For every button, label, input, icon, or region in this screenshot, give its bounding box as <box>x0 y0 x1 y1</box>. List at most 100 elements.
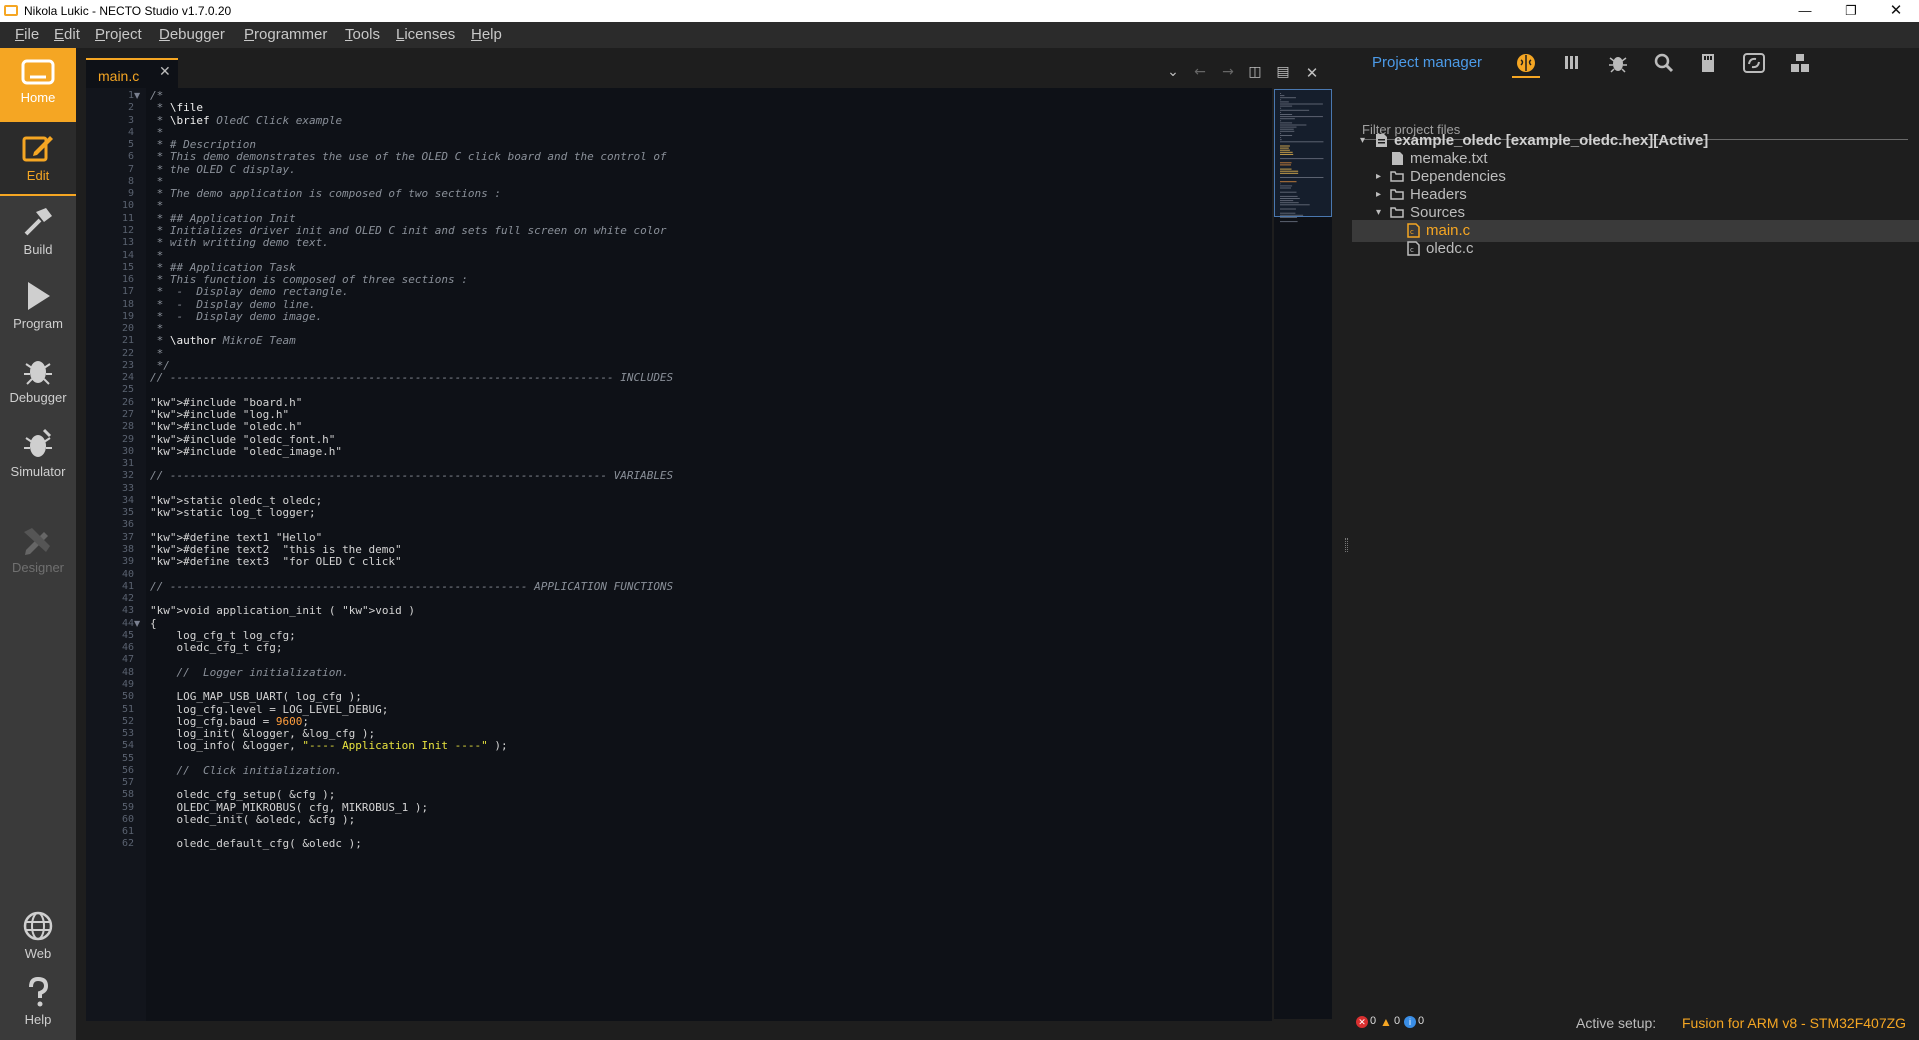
activity-help-label: Help <box>24 1012 52 1027</box>
code-line: "kw">#include "log.h" <box>150 408 290 422</box>
line-number: 12 <box>121 224 134 236</box>
activity-home-label: Home <box>20 90 56 105</box>
packages-icon[interactable] <box>1786 52 1814 78</box>
refresh-icon[interactable] <box>1740 52 1768 78</box>
collapsed-arrow-icon[interactable]: ▸ <box>1376 171 1381 182</box>
line-number: 53 <box>121 728 134 740</box>
fold-chevron-icon[interactable]: ▼ <box>134 619 140 628</box>
line-number: 24 <box>121 372 134 384</box>
status-bar: ✕ 0 ▲ 0 i 0 Active setup: Fusion for ARM… <box>1352 1006 1919 1040</box>
line-number: 3 <box>127 114 134 126</box>
code-line: * <box>150 174 164 188</box>
tab-main-c[interactable]: main.c ✕ <box>86 58 178 88</box>
code-line: "kw">static log_t logger; <box>150 506 316 520</box>
active-setup-value[interactable]: Fusion for ARM v8 - STM32F407ZG <box>1682 1015 1906 1031</box>
line-number: 55 <box>121 752 134 764</box>
code-line: "kw">#include "oledc.h" <box>150 420 303 434</box>
activity-edit[interactable]: Edit <box>0 122 76 196</box>
expanded-arrow-icon[interactable]: ▾ <box>1376 207 1381 218</box>
code-line: * The demo application is composed of tw… <box>150 187 501 201</box>
line-number: 56 <box>121 764 134 776</box>
line-number: 21 <box>121 335 134 347</box>
folder-icon <box>1390 187 1404 202</box>
line-number: 5 <box>127 139 134 151</box>
error-icon[interactable]: ✕ <box>1356 1016 1368 1028</box>
code-line: * <box>150 346 164 360</box>
activity-debugger[interactable]: Debugger <box>0 344 76 418</box>
sd-card-icon[interactable] <box>1694 52 1722 78</box>
c-file-icon: c <box>1406 223 1420 238</box>
warning-icon[interactable]: ▲ <box>1380 1016 1392 1028</box>
activity-simulator[interactable]: Simulator <box>0 418 76 492</box>
tree-item-label: Sources <box>1410 204 1466 221</box>
menu-tools[interactable]: Tools <box>345 26 380 43</box>
close-tab-icon[interactable]: ✕ <box>159 64 171 80</box>
code-line: log_info( &logger, "---- Application Ini… <box>150 739 508 753</box>
tree-item-label: Dependencies <box>1410 168 1506 185</box>
line-number: 38 <box>121 543 134 555</box>
code-line: OLEDC_MAP_MIKROBUS( cfg, MIKROBUS_1 ); <box>150 800 429 814</box>
code-line: // Logger initialization. <box>150 665 349 679</box>
line-number: 47 <box>121 654 134 666</box>
editor-splitter[interactable] <box>86 1021 1344 1029</box>
split-vertical-icon[interactable]: ◫ <box>1246 64 1264 80</box>
expanded-arrow-icon[interactable]: ▾ <box>1360 135 1365 146</box>
code-line: { <box>150 616 157 630</box>
code-line: * - Display demo line. <box>150 297 316 311</box>
menu-file[interactable]: File <box>15 26 39 43</box>
info-icon[interactable]: i <box>1404 1016 1416 1028</box>
warning-count: 0 <box>1394 1015 1401 1027</box>
tree-item[interactable]: c oledc.c <box>1352 238 1919 260</box>
line-number: 29 <box>121 433 134 445</box>
line-number: 27 <box>121 409 134 421</box>
maximize-button[interactable]: ❐ <box>1828 0 1874 22</box>
activity-help[interactable]: Help <box>0 966 76 1040</box>
forward-arrow-icon[interactable]: → <box>1219 64 1237 80</box>
library-icon[interactable] <box>1558 52 1586 78</box>
activity-designer[interactable]: Designer <box>0 514 76 588</box>
c-file-icon: c <box>1406 241 1420 256</box>
minimize-button[interactable]: — <box>1782 0 1828 22</box>
menu-project[interactable]: Project <box>95 26 142 43</box>
activity-program[interactable]: Program <box>0 270 76 344</box>
code-line: "kw">#define text1 "Hello" <box>150 530 323 544</box>
line-number: 45 <box>121 629 134 641</box>
back-arrow-icon[interactable]: ← <box>1191 64 1209 80</box>
code-area[interactable]: /* * \file * \brief OledC Click example … <box>150 88 1208 1021</box>
menu-edit[interactable]: Edit <box>54 26 80 43</box>
menu-programmer[interactable]: Programmer <box>244 26 327 43</box>
panel-splitter-handle[interactable] <box>1345 538 1348 552</box>
code-line: "kw">#include "board.h" <box>150 395 303 409</box>
play-icon <box>28 282 50 310</box>
tree-item-label: Headers <box>1410 186 1467 203</box>
activity-web[interactable]: Web <box>0 900 76 974</box>
menu-debugger[interactable]: Debugger <box>159 26 225 43</box>
line-number: 8 <box>127 175 134 187</box>
code-line: "kw">#define text2 "this is the demo" <box>150 542 402 556</box>
designer-icon <box>24 528 50 555</box>
question-icon <box>29 976 49 1007</box>
fold-chevron-icon[interactable]: ▼ <box>134 91 140 100</box>
code-line: * <box>150 199 164 213</box>
collapsed-arrow-icon[interactable]: ▸ <box>1376 189 1381 200</box>
minimap[interactable] <box>1274 89 1332 1019</box>
split-horizontal-icon[interactable]: ▤ <box>1274 64 1292 80</box>
line-number: 60 <box>121 813 134 825</box>
debug-bug-icon[interactable] <box>1604 52 1632 78</box>
line-number: 30 <box>121 445 134 457</box>
close-editor-icon[interactable]: ✕ <box>1303 64 1321 82</box>
line-number: 58 <box>121 789 134 801</box>
activity-program-label: Program <box>13 316 63 331</box>
line-number: 52 <box>121 715 134 727</box>
activity-home[interactable]: Home <box>0 48 76 122</box>
chevron-down-icon[interactable]: ⌄ <box>1164 64 1182 80</box>
menu-licenses[interactable]: Licenses <box>396 26 455 43</box>
search-icon[interactable] <box>1650 52 1678 78</box>
line-number: 9 <box>127 188 134 200</box>
brain-icon[interactable] <box>1512 52 1540 78</box>
menu-help[interactable]: Help <box>471 26 502 43</box>
activity-build[interactable]: Build <box>0 196 76 270</box>
line-number: 39 <box>121 556 134 568</box>
close-window-button[interactable]: ✕ <box>1873 0 1919 22</box>
code-editor: main.c ✕ ⌄ ← → ◫ ▤ 1 ▼ 2 3 4 5 6 7 8 9 10 11 12 13 14 1… <box>86 56 1290 1021</box>
